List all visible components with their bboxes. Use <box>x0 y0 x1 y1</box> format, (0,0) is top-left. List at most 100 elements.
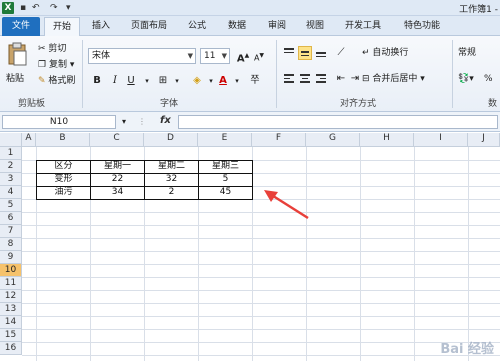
clipboard-icon <box>8 42 27 66</box>
row-header-3[interactable]: 3 <box>0 173 22 186</box>
spreadsheet-grid[interactable]: A B C D E F G H I J 1 2 3 4 5 6 7 8 9 10… <box>0 133 500 361</box>
column-header-a[interactable]: A <box>22 133 36 147</box>
row-header-4[interactable]: 4 <box>0 186 22 199</box>
currency-icon[interactable]: 💱▾ <box>458 72 474 86</box>
wrap-text-icon: ↵ <box>362 48 370 58</box>
tab-insert[interactable]: 插入 <box>84 17 118 36</box>
column-header-h[interactable]: H <box>360 133 414 147</box>
ribbon-tabs: 文件 开始 插入 页面布局 公式 数据 审阅 视图 开发工具 特色功能 <box>0 16 500 36</box>
align-left-icon[interactable] <box>282 72 296 86</box>
tab-page-layout[interactable]: 页面布局 <box>124 17 174 36</box>
phonetic-icon[interactable]: 쭈 <box>248 74 262 88</box>
fill-color-icon[interactable]: ◈ <box>190 74 204 88</box>
table-cell[interactable]: 2 <box>145 186 198 199</box>
row-header-12[interactable]: 12 <box>0 290 22 303</box>
row-header-1[interactable]: 1 <box>0 147 22 160</box>
tab-view[interactable]: 视图 <box>298 17 332 36</box>
table-cell[interactable]: 34 <box>91 186 144 199</box>
number-format-select[interactable]: 常规 <box>458 46 476 60</box>
align-middle-icon[interactable] <box>298 46 312 60</box>
wrap-text-label: 自动换行 <box>372 48 409 58</box>
percent-icon[interactable]: % <box>484 72 493 86</box>
name-box-dropdown-icon[interactable]: ▾ <box>122 115 126 129</box>
table-header-cell[interactable]: 星期三 <box>199 160 252 173</box>
column-header-f[interactable]: F <box>252 133 306 147</box>
decrease-indent-icon[interactable]: ⇤ <box>334 72 348 86</box>
table-header-cell[interactable]: 区分 <box>37 160 90 173</box>
undo-icon[interactable]: ↶ <box>32 2 40 14</box>
redo-icon[interactable]: ↷ <box>50 2 58 14</box>
font-name-select[interactable]: 宋体 ▼ <box>88 48 196 64</box>
underline-dropdown-icon[interactable]: ▾ <box>140 74 154 88</box>
column-header-b[interactable]: B <box>36 133 90 147</box>
column-header-d[interactable]: D <box>144 133 198 147</box>
customize-quick-access-icon[interactable]: ▾ <box>66 2 71 14</box>
tab-developer[interactable]: 开发工具 <box>338 17 388 36</box>
table-cell[interactable]: 45 <box>199 186 252 199</box>
column-header-j[interactable]: J <box>468 133 500 147</box>
font-color-dropdown-icon[interactable]: ▾ <box>230 74 244 88</box>
format-painter-button[interactable]: ✎ 格式刷 <box>38 74 75 88</box>
tab-review[interactable]: 审阅 <box>260 17 294 36</box>
paste-label[interactable]: 粘贴 <box>6 72 24 86</box>
formula-input[interactable] <box>178 115 498 129</box>
grid-line <box>22 264 500 265</box>
row-header-8[interactable]: 8 <box>0 238 22 251</box>
tab-special-features[interactable]: 特色功能 <box>396 17 448 36</box>
borders-icon[interactable]: ⊞ <box>156 74 170 88</box>
row-header-9[interactable]: 9 <box>0 251 22 264</box>
wrap-text-button[interactable]: ↵ 自动换行 <box>362 46 408 60</box>
italic-button[interactable]: I <box>108 74 122 88</box>
align-top-icon[interactable] <box>282 46 296 60</box>
align-bottom-icon[interactable] <box>314 46 328 60</box>
excel-logo-icon: X <box>2 2 14 14</box>
grid-line <box>22 225 500 226</box>
row-header-5[interactable]: 5 <box>0 199 22 212</box>
row-header-11[interactable]: 11 <box>0 277 22 290</box>
save-icon[interactable]: ▪ <box>20 2 26 14</box>
annotation-arrow-icon <box>264 190 309 220</box>
orientation-icon[interactable]: ⟋ <box>334 46 348 60</box>
row-header-6[interactable]: 6 <box>0 212 22 225</box>
table-cell[interactable]: 5 <box>199 173 252 186</box>
font-color-icon[interactable]: A <box>216 74 230 88</box>
row-header-13[interactable]: 13 <box>0 303 22 316</box>
grow-font-button[interactable]: A▲ <box>236 49 250 64</box>
insert-function-button[interactable]: fx <box>160 115 171 126</box>
align-center-icon[interactable] <box>298 72 312 86</box>
column-header-e[interactable]: E <box>198 133 252 147</box>
font-size-select[interactable]: 11 ▼ <box>200 48 230 64</box>
table-header-cell[interactable]: 星期二 <box>145 160 198 173</box>
name-box[interactable]: N10 <box>2 115 116 129</box>
row-header-2[interactable]: 2 <box>0 160 22 173</box>
column-header-i[interactable]: I <box>414 133 468 147</box>
tab-home[interactable]: 开始 <box>44 17 80 36</box>
tab-file[interactable]: 文件 <box>2 17 40 36</box>
row-header-15[interactable]: 15 <box>0 329 22 342</box>
formula-bar-grip-icon: ⋮ <box>138 117 146 126</box>
align-right-icon[interactable] <box>314 72 328 86</box>
row-header-16[interactable]: 16 <box>0 342 22 355</box>
underline-button[interactable]: U <box>124 74 138 88</box>
table-cell[interactable]: 油污 <box>37 186 90 199</box>
tab-formulas[interactable]: 公式 <box>180 17 214 36</box>
row-header-14[interactable]: 14 <box>0 316 22 329</box>
row-header-10-selected[interactable]: 10 <box>0 264 22 277</box>
increase-indent-icon[interactable]: ⇥ <box>348 72 362 86</box>
merge-center-button[interactable]: ⊟ 合并后居中 ▾ <box>362 72 425 86</box>
group-separator <box>276 40 277 108</box>
select-all-corner[interactable] <box>0 133 22 147</box>
cut-button[interactable]: ✂ 剪切 <box>38 42 66 56</box>
row-header-7[interactable]: 7 <box>0 225 22 238</box>
column-header-g[interactable]: G <box>306 133 360 147</box>
table-cell[interactable]: 32 <box>145 173 198 186</box>
table-cell[interactable]: 22 <box>91 173 144 186</box>
table-header-cell[interactable]: 星期一 <box>91 160 144 173</box>
borders-dropdown-icon[interactable]: ▾ <box>170 74 184 88</box>
table-cell[interactable]: 变形 <box>37 173 90 186</box>
column-header-c[interactable]: C <box>90 133 144 147</box>
shrink-font-button[interactable]: A▼ <box>252 49 266 63</box>
bold-button[interactable]: B <box>90 74 104 88</box>
copy-button[interactable]: ❐ 复制 ▾ <box>38 58 74 72</box>
tab-data[interactable]: 数据 <box>220 17 254 36</box>
